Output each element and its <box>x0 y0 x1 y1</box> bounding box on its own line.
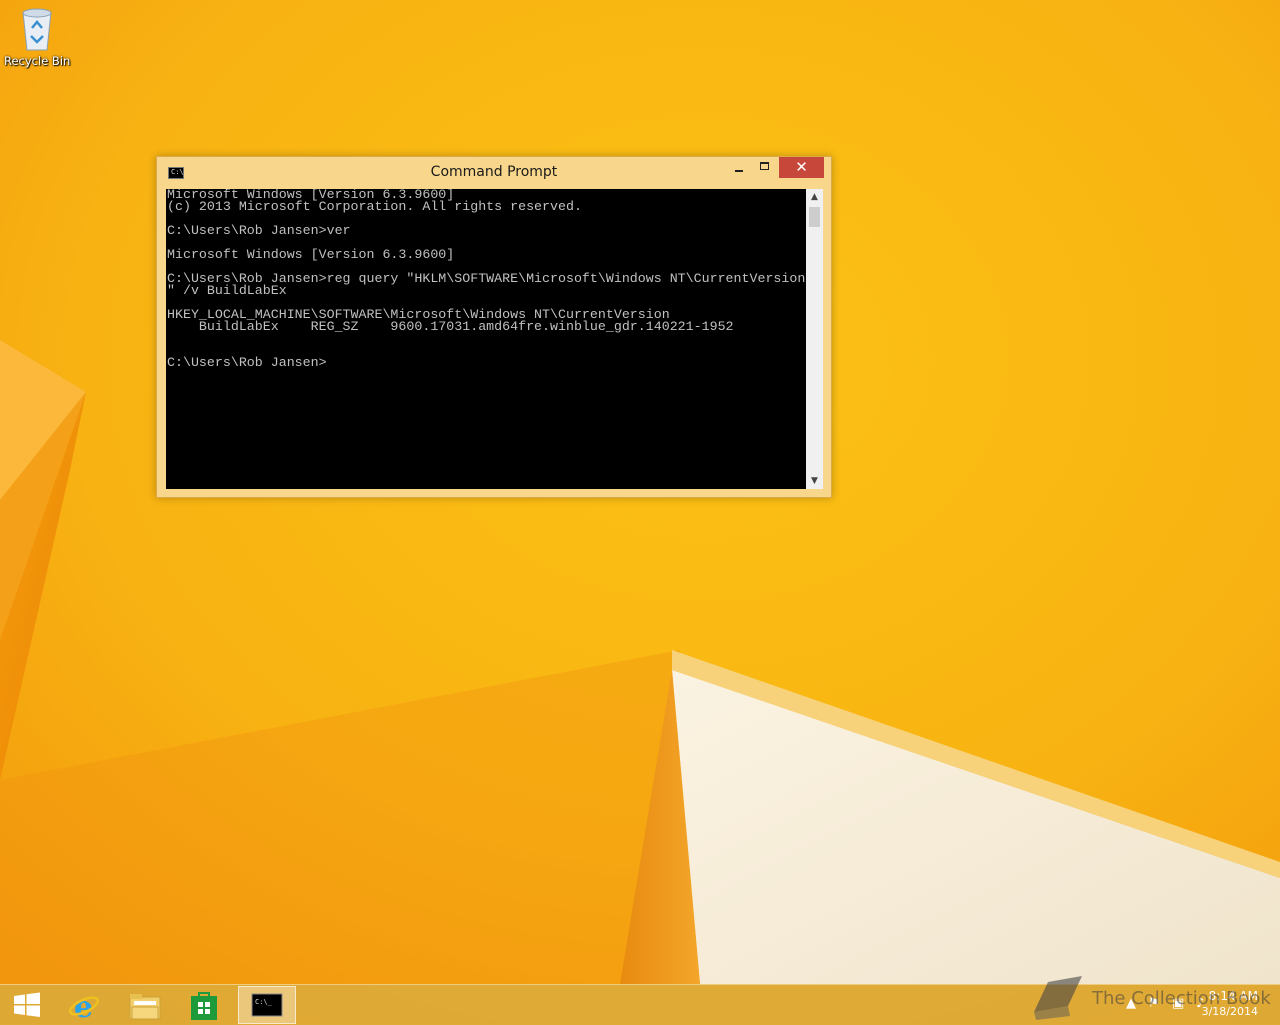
start-button[interactable] <box>0 986 56 1024</box>
clock-date[interactable]: 3/18/2014 <box>1202 1005 1258 1018</box>
taskbar-file-explorer[interactable] <box>116 986 172 1024</box>
recycle-bin-icon <box>22 8 52 51</box>
show-hidden-icons-icon[interactable]: ▲ <box>1126 996 1136 1011</box>
console-text: Microsoft Windows [Version 6.3.9600] (c)… <box>167 189 806 370</box>
taskbar: e C:\_ ▲ ⚑ ▣ ♪ 8:14 AM 3/18/2014 <box>0 984 1280 1025</box>
windows-logo-icon <box>14 992 40 1017</box>
close-icon: ✕ <box>795 158 808 176</box>
scroll-down-arrow-icon[interactable]: ▼ <box>806 473 823 489</box>
taskbar-store[interactable] <box>176 986 232 1024</box>
title-bar[interactable]: C:\ Command Prompt ✕ <box>157 157 831 188</box>
close-button[interactable]: ✕ <box>779 157 824 178</box>
desktop-wallpaper <box>0 0 1280 1024</box>
desktop-icon-recycle-bin[interactable]: Recycle Bin <box>4 6 70 76</box>
internet-explorer-icon: e <box>68 991 100 1021</box>
vertical-scrollbar[interactable]: ▲ ▼ <box>806 189 823 489</box>
network-icon[interactable]: ▣ <box>1172 996 1184 1011</box>
taskbar-internet-explorer[interactable]: e <box>56 986 112 1024</box>
console-output[interactable]: Microsoft Windows [Version 6.3.9600] (c)… <box>166 189 806 489</box>
taskbar-command-prompt[interactable]: C:\_ <box>238 986 296 1024</box>
file-explorer-icon <box>129 994 161 1020</box>
command-prompt-window[interactable]: C:\ Command Prompt ✕ Microsoft Windows [… <box>156 156 832 498</box>
scroll-thumb[interactable] <box>809 207 820 227</box>
command-prompt-icon-text: C:\_ <box>255 998 273 1006</box>
action-center-flag-icon[interactable]: ⚑ <box>1148 996 1160 1011</box>
maximize-icon <box>760 162 769 170</box>
minimize-button[interactable] <box>727 157 753 178</box>
command-prompt-icon: C:\_ <box>251 993 283 1017</box>
clock-time[interactable]: 8:14 AM <box>1209 989 1258 1003</box>
desktop-icon-label: Recycle Bin <box>4 54 71 68</box>
maximize-button[interactable] <box>753 157 779 178</box>
windows-store-icon <box>191 992 217 1020</box>
scroll-up-arrow-icon[interactable]: ▲ <box>806 189 823 205</box>
minimize-icon <box>735 170 743 172</box>
system-tray: ▲ ⚑ ▣ ♪ 8:14 AM 3/18/2014 <box>1020 985 1280 1025</box>
svg-text:e: e <box>74 991 93 1021</box>
